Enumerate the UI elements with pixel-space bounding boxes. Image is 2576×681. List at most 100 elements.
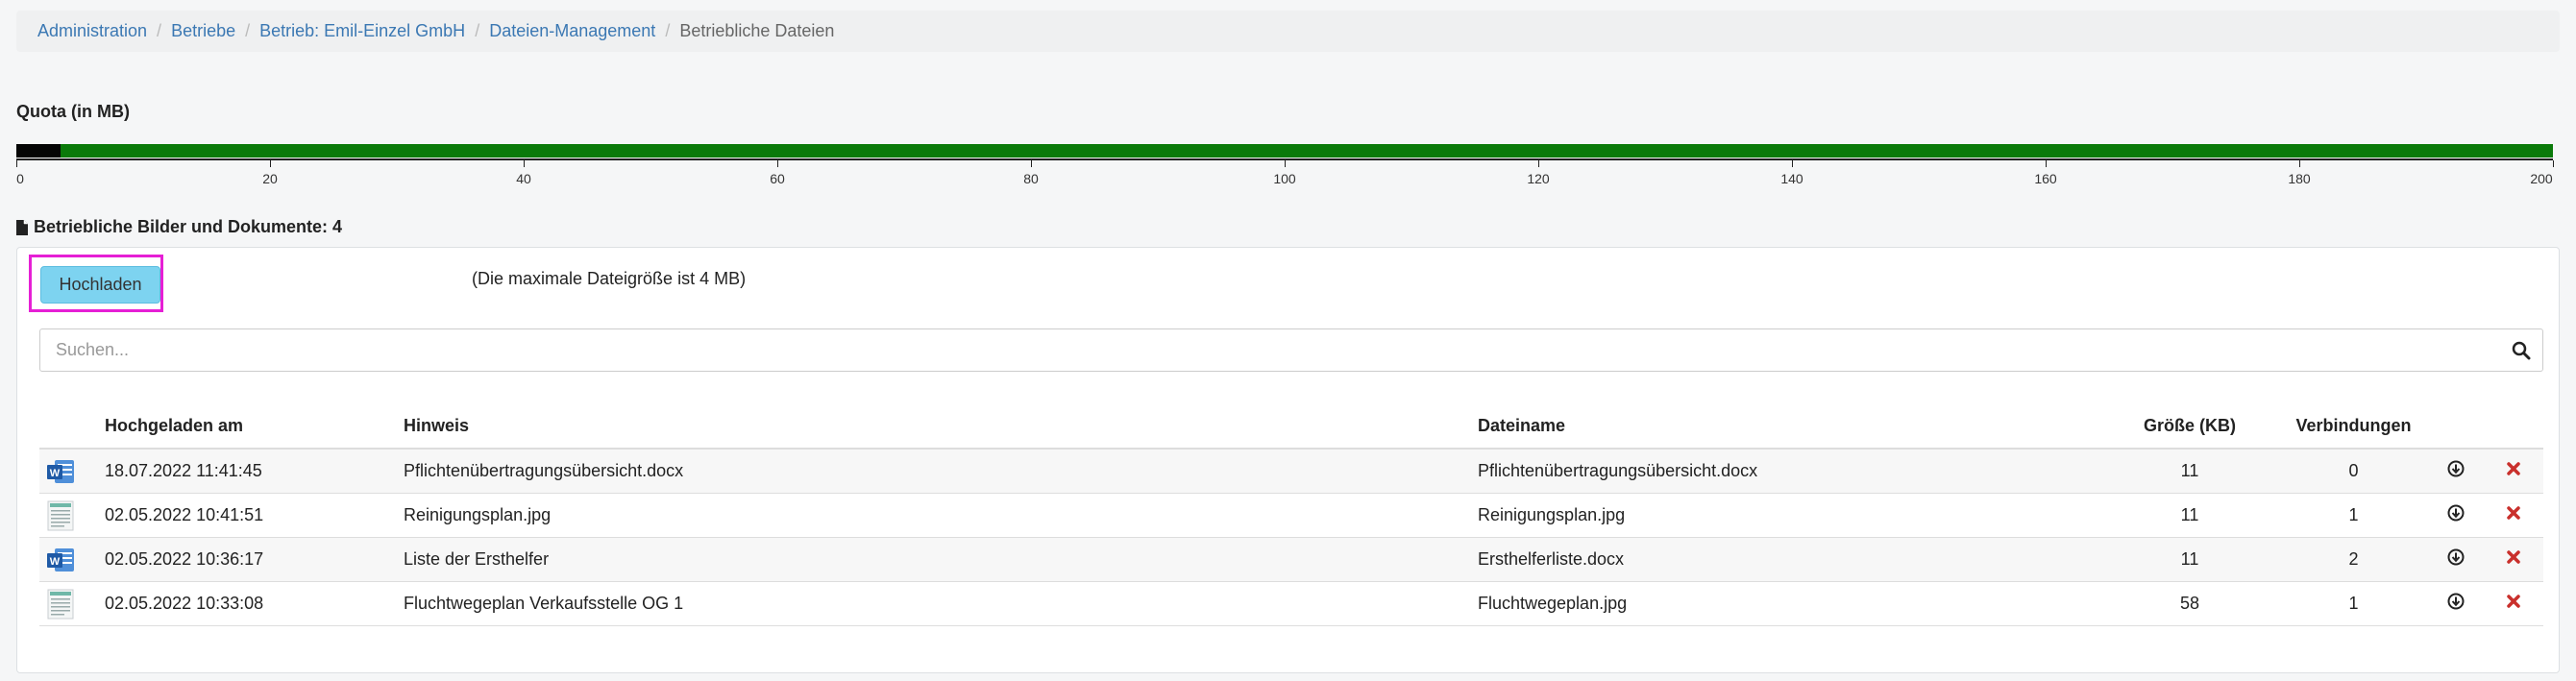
files-table: Hochgeladen am Hinweis Dateiname Größe (… (39, 403, 2543, 626)
quota-tick (16, 160, 17, 167)
image-thumbnail-icon (39, 589, 105, 620)
quota-tick-label: 120 (1527, 171, 1550, 186)
quota-title: Quota (in MB) (16, 102, 130, 121)
size-cell: 11 (2101, 493, 2278, 538)
header-uploaded[interactable]: Hochgeladen am (105, 403, 404, 450)
section-title: Betriebliche Bilder und Dokumente: 4 (16, 217, 342, 237)
filename-cell: Reinigungsplan.jpg (1478, 493, 2101, 538)
download-icon[interactable] (2447, 548, 2465, 571)
quota-tick-label: 0 (16, 171, 24, 186)
quota-tick-label: 140 (1780, 171, 1803, 186)
breadcrumb-link-administration[interactable]: Administration (37, 21, 147, 41)
hint-cell: Pflichtenübertragungsübersicht.docx (404, 449, 1478, 494)
breadcrumb: Administration / Betriebe / Betrieb: Emi… (16, 11, 2560, 52)
quota-bar (16, 144, 2553, 158)
max-file-size-note: (Die maximale Dateigröße ist 4 MB) (472, 269, 747, 288)
file-type-cell: W (39, 537, 105, 582)
header-connections[interactable]: Verbindungen (2278, 403, 2429, 450)
connections-cell: 0 (2278, 449, 2429, 494)
header-hint[interactable]: Hinweis (404, 403, 1478, 450)
connections-cell: 1 (2278, 493, 2429, 538)
quota-tick (777, 160, 778, 167)
file-type-cell (39, 581, 105, 626)
quota-tick-label: 40 (516, 171, 531, 186)
table-row[interactable]: W 18.07.2022 11:41:45 Pflichtenübertragung… (39, 449, 2543, 494)
table-row[interactable]: 02.05.2022 10:33:08 Fluchtwegeplan Verkau… (39, 581, 2543, 626)
breadcrumb-current: Betriebliche Dateien (679, 21, 835, 40)
uploaded-cell: 02.05.2022 10:33:08 (105, 581, 404, 626)
quota-used-fill (16, 144, 61, 158)
quota-tick (270, 160, 271, 167)
header-download (2429, 403, 2483, 450)
delete-cell (2483, 581, 2543, 626)
svg-text:W: W (50, 556, 61, 568)
header-icon (39, 403, 105, 450)
delete-cell (2483, 449, 2543, 494)
word-doc-icon: W (39, 547, 105, 573)
quota-tick (2299, 160, 2300, 167)
download-cell (2429, 493, 2483, 538)
table-row[interactable]: W 02.05.2022 10:36:17 Liste der Ersthelfer… (39, 537, 2543, 582)
breadcrumb-separator: / (665, 21, 671, 40)
hint-cell: Fluchtwegeplan Verkaufsstelle OG 1 (404, 581, 1478, 626)
table-header-row: Hochgeladen am Hinweis Dateiname Größe (… (39, 403, 2543, 450)
breadcrumb-separator: / (475, 21, 480, 40)
delete-cell (2483, 493, 2543, 538)
hint-cell: Liste der Ersthelfer (404, 537, 1478, 582)
breadcrumb-separator: / (157, 21, 162, 40)
quota-tick (1285, 160, 1286, 167)
search-icon[interactable] (2512, 341, 2531, 360)
download-icon[interactable] (2447, 460, 2465, 482)
size-cell: 11 (2101, 537, 2278, 582)
upload-button[interactable]: Hochladen (40, 266, 160, 304)
quota-tick (1538, 160, 1539, 167)
quota-tick (1792, 160, 1793, 167)
breadcrumb-link-dateien-management[interactable]: Dateien-Management (489, 21, 655, 41)
quota-tick-label: 80 (1023, 171, 1039, 186)
word-doc-icon: W (39, 458, 105, 485)
section-title-text: Betriebliche Bilder und Dokumente: 4 (34, 217, 343, 236)
breadcrumb-link-betriebe[interactable]: Betriebe (171, 21, 235, 41)
delete-icon[interactable] (2506, 549, 2521, 570)
delete-icon[interactable] (2506, 505, 2521, 525)
delete-cell (2483, 537, 2543, 582)
upload-highlight: Hochladen (29, 255, 163, 312)
breadcrumb-link-betrieb[interactable]: Betrieb: Emil-Einzel GmbH (259, 21, 465, 41)
breadcrumb-separator: / (245, 21, 251, 40)
quota-tick-label: 60 (770, 171, 785, 186)
image-thumbnail-icon (39, 500, 105, 531)
download-icon[interactable] (2447, 593, 2465, 615)
quota-tick (2046, 160, 2047, 167)
quota-tick (2553, 160, 2554, 167)
filename-cell: Fluchtwegeplan.jpg (1478, 581, 2101, 626)
connections-cell: 2 (2278, 537, 2429, 582)
quota-tick-label: 160 (2034, 171, 2057, 186)
quota-tick-label: 100 (1273, 171, 1296, 186)
table-row[interactable]: 02.05.2022 10:41:51 Reinigungsplan.jpg Rei… (39, 493, 2543, 538)
filename-cell: Pflichtenübertragungsübersicht.docx (1478, 449, 2101, 494)
file-icon (16, 219, 28, 235)
search-input[interactable] (40, 329, 2490, 371)
size-cell: 58 (2101, 581, 2278, 626)
quota-tick-label: 180 (2288, 171, 2311, 186)
quota-tick (1031, 160, 1032, 167)
quota-tick-label: 200 (2530, 171, 2553, 186)
filename-cell: Ersthelferliste.docx (1478, 537, 2101, 582)
download-cell (2429, 537, 2483, 582)
delete-icon[interactable] (2506, 594, 2521, 614)
files-panel: Hochladen (Die maximale Dateigröße ist 4… (16, 247, 2560, 673)
header-filename[interactable]: Dateiname (1478, 403, 2101, 450)
download-icon[interactable] (2447, 504, 2465, 526)
svg-text:W: W (50, 468, 61, 479)
search-box (39, 328, 2543, 372)
download-cell (2429, 449, 2483, 494)
uploaded-cell: 02.05.2022 10:36:17 (105, 537, 404, 582)
connections-cell: 1 (2278, 581, 2429, 626)
header-delete (2483, 403, 2543, 450)
uploaded-cell: 18.07.2022 11:41:45 (105, 449, 404, 494)
header-size[interactable]: Größe (KB) (2101, 403, 2278, 450)
quota-tick (524, 160, 525, 167)
file-type-cell (39, 493, 105, 538)
size-cell: 11 (2101, 449, 2278, 494)
delete-icon[interactable] (2506, 461, 2521, 481)
